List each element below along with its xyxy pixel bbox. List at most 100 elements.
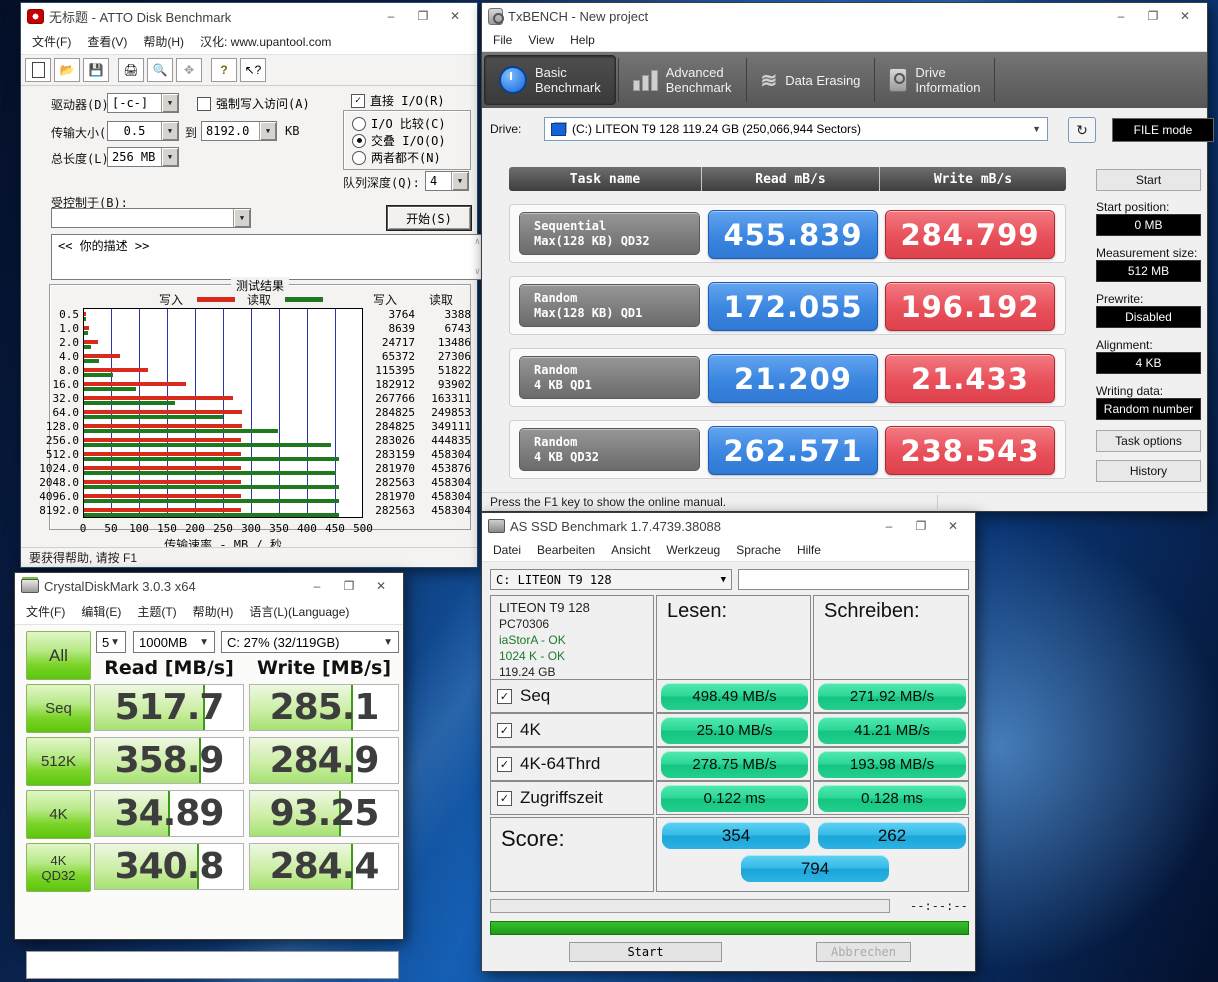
4k-64thrd-checkbox-row[interactable]: ✓4K-64Thrd bbox=[490, 747, 654, 781]
io-compare-radio[interactable]: I/O 比较(C) bbox=[352, 115, 446, 132]
512k-test-button[interactable]: 512K bbox=[26, 737, 91, 786]
menu-file[interactable]: File bbox=[486, 31, 519, 49]
menu-view[interactable]: Ansicht bbox=[604, 541, 657, 559]
total-length-select[interactable]: 256 MB▼ bbox=[107, 147, 179, 167]
menu-help[interactable]: Help bbox=[563, 31, 602, 49]
menu-file[interactable]: 文件(F) bbox=[19, 601, 72, 622]
menu-help[interactable]: Hilfe bbox=[790, 541, 828, 559]
print-icon[interactable]: 🖨 bbox=[118, 58, 144, 82]
help-icon[interactable]: ? bbox=[211, 58, 237, 82]
refresh-button[interactable]: ↻ bbox=[1068, 117, 1096, 143]
menu-edit[interactable]: 编辑(E) bbox=[74, 601, 128, 622]
all-test-button[interactable]: All bbox=[26, 631, 91, 680]
minimize-button[interactable]: – bbox=[301, 575, 333, 597]
access-time-write-cell: 0.128 ms bbox=[813, 781, 969, 815]
4k-test-button[interactable]: 4K bbox=[26, 790, 91, 839]
move-icon[interactable]: ✥ bbox=[176, 58, 202, 82]
scroll-up-icon[interactable]: ∧ bbox=[475, 237, 480, 247]
txbench-titlebar[interactable]: TxBENCH - New project – ❐ ✕ bbox=[482, 3, 1207, 29]
task-name-button[interactable]: Random4 KB QD32 bbox=[519, 428, 700, 471]
minimize-button[interactable]: – bbox=[873, 515, 905, 537]
drive-select[interactable]: (C:) LITEON T9 128 119.24 GB (250,066,94… bbox=[544, 117, 1048, 141]
maximize-button[interactable]: ❐ bbox=[333, 575, 365, 597]
menu-help[interactable]: 帮助(H) bbox=[186, 601, 241, 622]
save-icon[interactable]: 💾 bbox=[83, 58, 109, 82]
cancel-button[interactable]: Abbrechen bbox=[816, 942, 911, 962]
history-button[interactable]: History bbox=[1096, 460, 1201, 482]
tab-advanced-benchmark[interactable]: AdvancedBenchmark bbox=[619, 52, 746, 108]
seq-checkbox-row[interactable]: ✓Seq bbox=[490, 679, 654, 713]
checkbox-checked-icon[interactable]: ✓ bbox=[497, 791, 512, 806]
comment-input[interactable] bbox=[26, 951, 399, 979]
test-count-select[interactable]: 5▼ bbox=[96, 631, 126, 653]
menu-edit[interactable]: Bearbeiten bbox=[530, 541, 602, 559]
file-mode-button[interactable]: FILE mode bbox=[1112, 118, 1214, 142]
maximize-button[interactable]: ❐ bbox=[407, 5, 439, 27]
direct-io-checkbox[interactable]: ✓直接 I/O(R) bbox=[351, 92, 445, 109]
maximize-button[interactable]: ❐ bbox=[1137, 5, 1169, 27]
target-drive-select[interactable]: C: 27% (32/119GB)▼ bbox=[221, 631, 399, 653]
test-size-select[interactable]: 1000MB▼ bbox=[133, 631, 215, 653]
start-button[interactable]: Start bbox=[1096, 169, 1201, 191]
new-file-icon[interactable] bbox=[25, 58, 51, 82]
access-time-checkbox-row[interactable]: ✓Zugriffszeit bbox=[490, 781, 654, 815]
controlled-by-select[interactable]: ▼ bbox=[51, 208, 251, 228]
checkbox-checked-icon[interactable]: ✓ bbox=[497, 757, 512, 772]
alignment-value[interactable]: 4 KB bbox=[1096, 352, 1201, 374]
menu-file[interactable]: 文件(F) bbox=[25, 31, 78, 52]
scroll-down-icon[interactable]: ∨ bbox=[475, 267, 480, 277]
measurement-size-value[interactable]: 512 MB bbox=[1096, 260, 1201, 282]
menu-view[interactable]: View bbox=[521, 31, 561, 49]
tab-basic-benchmark[interactable]: BasicBenchmark bbox=[484, 55, 616, 105]
transfer-to-select[interactable]: 8192.0▼ bbox=[201, 121, 277, 141]
writing-data-value[interactable]: Random number bbox=[1096, 398, 1201, 420]
drive-select[interactable]: [-c-]▼ bbox=[107, 93, 179, 113]
task-name-button[interactable]: Random4 KB QD1 bbox=[519, 356, 700, 399]
close-button[interactable]: ✕ bbox=[1169, 5, 1201, 27]
start-button[interactable]: Start bbox=[569, 942, 722, 962]
transfer-from-select[interactable]: 0.5▼ bbox=[107, 121, 179, 141]
checkbox-checked-icon[interactable]: ✓ bbox=[497, 723, 512, 738]
close-button[interactable]: ✕ bbox=[937, 515, 969, 537]
queue-depth-select[interactable]: 4▼ bbox=[425, 171, 469, 191]
task-options-button[interactable]: Task options bbox=[1096, 430, 1201, 452]
prewrite-value[interactable]: Disabled bbox=[1096, 306, 1201, 328]
menu-file[interactable]: Datei bbox=[486, 541, 528, 559]
tab-drive-information[interactable]: DriveInformation bbox=[875, 52, 994, 108]
menu-language[interactable]: Sprache bbox=[729, 541, 788, 559]
task-name-button[interactable]: SequentialMax(128 KB) QD32 bbox=[519, 212, 700, 255]
cdm-titlebar[interactable]: CrystalDiskMark 3.0.3 x64 – ❐ ✕ bbox=[15, 573, 403, 599]
menu-theme[interactable]: 主题(T) bbox=[130, 601, 183, 622]
atto-read-bar bbox=[84, 359, 99, 363]
minimize-button[interactable]: – bbox=[375, 5, 407, 27]
close-button[interactable]: ✕ bbox=[365, 575, 397, 597]
4k-checkbox-row[interactable]: ✓4K bbox=[490, 713, 654, 747]
secondary-input[interactable] bbox=[738, 569, 969, 590]
menu-help[interactable]: 帮助(H) bbox=[136, 31, 191, 52]
menu-language[interactable]: 语言(L)(Language) bbox=[242, 601, 356, 622]
asssd-titlebar[interactable]: AS SSD Benchmark 1.7.4739.38088 – ❐ ✕ bbox=[482, 513, 975, 539]
description-box[interactable]: << 你的描述 >> ∧ ∨ bbox=[51, 234, 483, 280]
maximize-button[interactable]: ❐ bbox=[905, 515, 937, 537]
drive-select[interactable]: C: LITEON T9 128▼ bbox=[490, 569, 732, 590]
menu-tools[interactable]: Werkzeug bbox=[659, 541, 727, 559]
open-file-icon[interactable]: 📂 bbox=[54, 58, 80, 82]
table-row: RandomMax(128 KB) QD1 172.055 196.192 bbox=[509, 276, 1066, 335]
close-button[interactable]: ✕ bbox=[439, 5, 471, 27]
print-preview-icon[interactable]: 🔍 bbox=[147, 58, 173, 82]
overlapped-io-radio[interactable]: 交叠 I/O(O) bbox=[352, 132, 446, 149]
tab-data-erasing[interactable]: ≋ Data Erasing bbox=[747, 52, 875, 108]
context-help-icon[interactable]: ↖? bbox=[240, 58, 266, 82]
atto-ytick-label: 128.0 bbox=[21, 420, 79, 434]
start-position-value[interactable]: 0 MB bbox=[1096, 214, 1201, 236]
minimize-button[interactable]: – bbox=[1105, 5, 1137, 27]
start-button[interactable]: 开始(S) bbox=[387, 206, 471, 230]
task-name-button[interactable]: RandomMax(128 KB) QD1 bbox=[519, 284, 700, 327]
force-write-checkbox[interactable]: 强制写入访问(A) bbox=[197, 95, 310, 112]
4k-qd32-test-button[interactable]: 4KQD32 bbox=[26, 843, 91, 892]
menu-view[interactable]: 查看(V) bbox=[80, 31, 134, 52]
atto-titlebar[interactable]: 无标题 - ATTO Disk Benchmark – ❐ ✕ bbox=[21, 3, 477, 29]
seq-test-button[interactable]: Seq bbox=[26, 684, 91, 733]
checkbox-checked-icon[interactable]: ✓ bbox=[497, 689, 512, 704]
neither-radio[interactable]: 两者都不(N) bbox=[352, 149, 441, 166]
